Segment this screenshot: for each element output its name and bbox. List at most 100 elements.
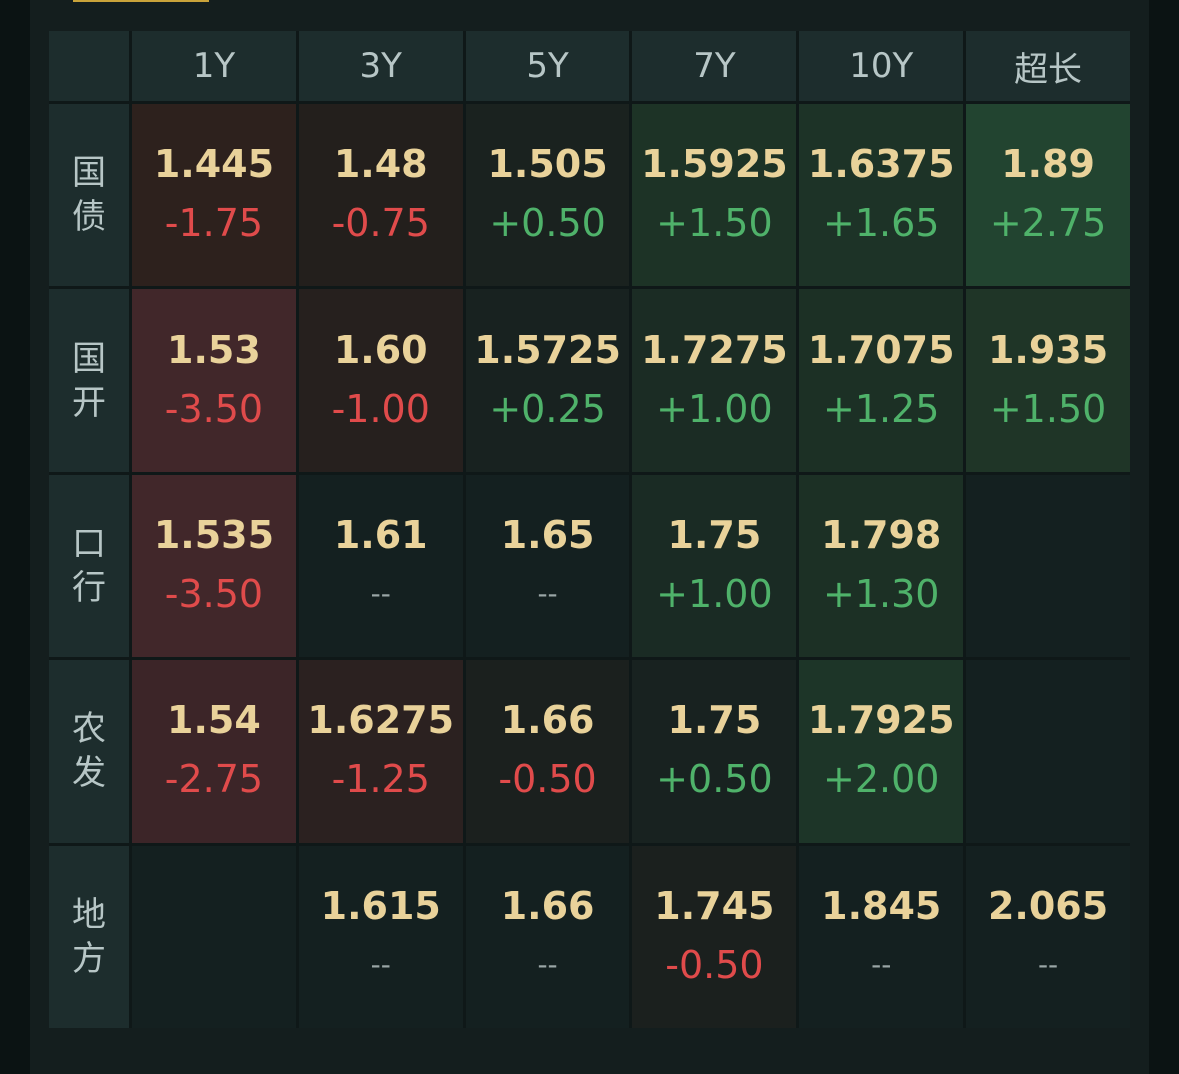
yield-value: 1.53 xyxy=(167,327,261,372)
row-label-char: 行 xyxy=(72,567,106,608)
yield-change: -- xyxy=(537,576,558,610)
yield-value: 1.615 xyxy=(320,883,441,928)
yield-cell[interactable]: 1.75 +1.00 xyxy=(632,474,797,658)
yield-change: +2.75 xyxy=(989,201,1107,246)
yield-cell[interactable]: 1.5925 +1.50 xyxy=(632,104,797,287)
yield-value: 1.65 xyxy=(500,512,595,557)
yield-cell[interactable]: 1.66 -- xyxy=(465,845,630,1028)
yield-value: 1.75 xyxy=(667,512,762,557)
yield-value: 1.935 xyxy=(987,327,1109,372)
active-tab-indicator[interactable] xyxy=(73,0,209,2)
yield-cell[interactable]: 1.798 +1.30 xyxy=(799,474,964,658)
yield-change: -1.00 xyxy=(331,386,430,431)
yield-change: -- xyxy=(370,576,391,610)
yield-cell[interactable]: 1.7075 +1.25 xyxy=(799,289,964,472)
yield-cell[interactable] xyxy=(132,845,296,1028)
yield-change: -2.75 xyxy=(164,757,264,802)
yield-cell[interactable]: 1.505 +0.50 xyxy=(465,104,630,287)
row-label-char: 开 xyxy=(72,382,106,423)
col-header-5y[interactable]: 5Y xyxy=(465,31,630,101)
col-header-ultra-long[interactable]: 超长 xyxy=(966,31,1130,101)
yield-cell[interactable]: 1.48 -0.75 xyxy=(298,104,463,287)
yield-cell[interactable]: 2.065 -- xyxy=(966,845,1130,1028)
yield-value: 1.535 xyxy=(153,512,275,557)
yield-cell[interactable]: 1.5725 +0.25 xyxy=(465,289,630,472)
yield-value: 1.60 xyxy=(333,327,428,372)
row-label-char: 债 xyxy=(72,197,106,238)
yield-value: 1.505 xyxy=(487,142,608,187)
yield-change: +0.25 xyxy=(489,386,606,431)
yield-change: +1.00 xyxy=(656,571,773,616)
yield-value: 1.54 xyxy=(167,698,261,743)
yield-change: -0.50 xyxy=(665,942,764,987)
yield-cell[interactable]: 1.65 -- xyxy=(465,474,630,658)
yield-value: 2.065 xyxy=(987,883,1109,928)
yield-cell[interactable]: 1.54 -2.75 xyxy=(132,660,296,843)
yield-value: 1.66 xyxy=(500,883,595,928)
yield-change: +1.50 xyxy=(656,201,773,246)
yield-change: -3.50 xyxy=(164,386,264,431)
yield-change: +1.25 xyxy=(823,386,940,431)
col-header-1y[interactable]: 1Y xyxy=(132,31,296,101)
yield-value: 1.5925 xyxy=(641,142,788,187)
yield-cell[interactable]: 1.535 -3.50 xyxy=(132,474,296,658)
yield-cell[interactable]: 1.7925 +2.00 xyxy=(799,660,964,843)
yield-change: -- xyxy=(1037,947,1059,981)
yield-cell[interactable]: 1.53 -3.50 xyxy=(132,289,296,472)
yield-value: 1.445 xyxy=(153,142,275,187)
row-label[interactable]: 国开 xyxy=(49,289,129,472)
col-header-10y[interactable]: 10Y xyxy=(799,31,964,101)
yield-value: 1.7275 xyxy=(641,327,788,372)
yield-change: +1.00 xyxy=(656,386,773,431)
yield-value: 1.845 xyxy=(821,883,942,928)
row-label[interactable]: 地方 xyxy=(49,845,129,1028)
yield-value: 1.745 xyxy=(654,883,775,928)
col-header-3y[interactable]: 3Y xyxy=(298,31,463,101)
yield-cell[interactable]: 1.6375 +1.65 xyxy=(799,104,964,287)
yield-value: 1.75 xyxy=(667,698,762,743)
row-label-char: 国 xyxy=(72,338,106,379)
yield-cell[interactable] xyxy=(966,474,1130,658)
yield-matrix: 1Y 3Y 5Y 7Y 10Y 超长 国债 1.445 -1.75 1.48 -0.75… xyxy=(49,31,1130,1028)
yield-cell[interactable]: 1.75 +0.50 xyxy=(632,660,797,843)
yield-cell[interactable]: 1.6275 -1.25 xyxy=(298,660,463,843)
yield-cell[interactable]: 1.845 -- xyxy=(799,845,964,1028)
yield-change: +2.00 xyxy=(823,757,940,802)
yield-value: 1.48 xyxy=(333,142,428,187)
row-label-char: 口 xyxy=(72,523,106,564)
yield-cell[interactable]: 1.745 -0.50 xyxy=(632,845,797,1028)
yield-value: 1.61 xyxy=(333,512,428,557)
row-label-char: 国 xyxy=(72,153,106,194)
col-header-7y[interactable]: 7Y xyxy=(632,31,797,101)
yield-cell[interactable]: 1.7275 +1.00 xyxy=(632,289,797,472)
yield-value: 1.7075 xyxy=(807,327,955,372)
row-label-char: 地 xyxy=(72,894,106,935)
yield-cell[interactable]: 1.615 -- xyxy=(298,845,463,1028)
header-corner xyxy=(49,31,129,101)
row-label[interactable]: 口行 xyxy=(49,474,129,658)
yield-cell[interactable]: 1.61 -- xyxy=(298,474,463,658)
yield-cell[interactable]: 1.89 +2.75 xyxy=(966,104,1130,287)
yield-cell[interactable] xyxy=(966,660,1130,843)
yield-change: -0.50 xyxy=(498,757,597,802)
row-label[interactable]: 国债 xyxy=(49,104,129,287)
yield-value: 1.66 xyxy=(500,698,595,743)
yield-value: 1.5725 xyxy=(474,327,621,372)
yield-change: +0.50 xyxy=(656,757,773,802)
yield-value: 1.89 xyxy=(1001,142,1095,187)
yield-cell[interactable]: 1.935 +1.50 xyxy=(966,289,1130,472)
yield-change: -- xyxy=(537,947,558,981)
yield-cell[interactable]: 1.66 -0.50 xyxy=(465,660,630,843)
yield-value: 1.7925 xyxy=(807,698,955,743)
yield-cell[interactable]: 1.60 -1.00 xyxy=(298,289,463,472)
yield-change: -- xyxy=(370,947,391,981)
yield-change: +0.50 xyxy=(489,201,606,246)
row-label[interactable]: 农发 xyxy=(49,660,129,843)
yield-value: 1.6275 xyxy=(307,698,455,743)
yield-change: +1.65 xyxy=(823,201,940,246)
yield-cell[interactable]: 1.445 -1.75 xyxy=(132,104,296,287)
yield-change: -1.25 xyxy=(331,757,430,802)
yield-change: -0.75 xyxy=(331,201,430,246)
row-label-char: 方 xyxy=(72,938,106,979)
yield-change: -3.50 xyxy=(164,571,264,616)
